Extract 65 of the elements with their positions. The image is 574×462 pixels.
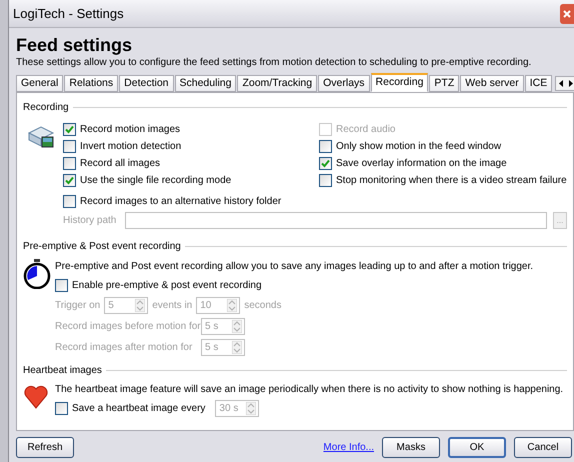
- field-label: events in: [152, 299, 192, 313]
- field-label: seconds: [244, 299, 282, 313]
- checkbox[interactable]: [319, 174, 332, 187]
- tab[interactable]: General: [16, 75, 64, 92]
- checkbox[interactable]: [63, 140, 76, 153]
- tab[interactable]: Web server: [460, 75, 524, 92]
- field-label: Trigger on: [55, 299, 100, 313]
- check-icon: [65, 125, 74, 134]
- close-button[interactable]: [560, 4, 574, 24]
- checkbox[interactable]: [319, 157, 332, 170]
- spin-value: 30 s: [218, 402, 240, 416]
- checkbox-label: Record all images: [80, 157, 160, 171]
- spin-value: 5 s: [204, 341, 220, 355]
- spin-value: 5 s: [204, 320, 220, 334]
- section-title: Pre-emptive & Post event recording: [23, 240, 181, 254]
- checkbox[interactable]: [63, 123, 76, 136]
- tab[interactable]: Detection: [119, 75, 174, 92]
- tab[interactable]: Recording: [370, 73, 428, 92]
- heart-icon: [23, 384, 49, 410]
- section-title: Recording: [23, 100, 69, 114]
- tab[interactable]: Relations: [64, 75, 118, 92]
- section-title: Heartbeat images: [23, 364, 102, 378]
- tab[interactable]: Scheduling: [174, 75, 236, 92]
- checkbox-label: Save overlay information on the image: [336, 157, 507, 171]
- history-path-field[interactable]: [125, 212, 547, 229]
- checkbox[interactable]: [319, 140, 332, 153]
- checkbox[interactable]: [63, 174, 76, 187]
- tab-scroll-buttons[interactable]: [555, 76, 574, 91]
- checkbox-label: Only show motion in the feed window: [336, 140, 502, 154]
- checkbox-label: Invert motion detection: [80, 140, 182, 154]
- spin-value: 5: [107, 299, 115, 313]
- check-icon: [321, 159, 330, 168]
- spin-value: 10: [199, 299, 212, 313]
- refresh-button[interactable]: Refresh: [16, 437, 74, 458]
- check-icon: [65, 176, 74, 185]
- cancel-button[interactable]: Cancel: [514, 437, 572, 458]
- checkbox-label: Save a heartbeat image every: [72, 402, 206, 416]
- more-info-link[interactable]: More Info...: [323, 440, 374, 455]
- checkbox[interactable]: [63, 195, 76, 208]
- tab[interactable]: Zoom/Tracking: [237, 75, 318, 92]
- checkbox-label: Record motion images: [80, 123, 180, 137]
- field-label: Record images after motion for: [55, 341, 194, 355]
- tab[interactable]: PTZ: [429, 75, 460, 92]
- field-label: Record images before motion for: [55, 320, 201, 334]
- checkbox[interactable]: [55, 279, 68, 292]
- checkbox[interactable]: [63, 157, 76, 170]
- section-description: Pre-emptive and Post event recording allow you to save any images leading up to and after a motion trigger.: [55, 260, 534, 274]
- page-title: Feed settings: [16, 34, 134, 56]
- section-description: The heartbeat image feature will save an image periodically when there is no activity to show nothing is happening.: [55, 383, 564, 397]
- checkbox-label: Enable pre-emptive & post event recording: [72, 279, 262, 293]
- right-arrow-icon[interactable]: [566, 77, 574, 90]
- window-title: LogiTech - Settings: [13, 4, 124, 23]
- checkbox-label: Use the single file recording mode: [80, 174, 232, 188]
- tab[interactable]: Overlays: [318, 75, 370, 92]
- close-icon: [563, 10, 571, 18]
- checkbox[interactable]: [55, 402, 68, 415]
- masks-button[interactable]: Masks: [382, 437, 440, 458]
- field-label: History path: [63, 214, 118, 228]
- stopwatch-icon: [23, 259, 51, 289]
- ok-button[interactable]: OK: [448, 437, 506, 458]
- checkbox-label: Record images to an alternative history folder: [80, 195, 282, 209]
- checkbox-label: Record audio: [336, 123, 396, 137]
- checkbox-label: Stop monitoring when there is a video stream failure: [336, 174, 567, 188]
- page-description: These settings allow you to configure the feed settings from motion detection to scheduling to pre-emptive recording.: [16, 56, 532, 70]
- tab[interactable]: ICE: [524, 75, 552, 92]
